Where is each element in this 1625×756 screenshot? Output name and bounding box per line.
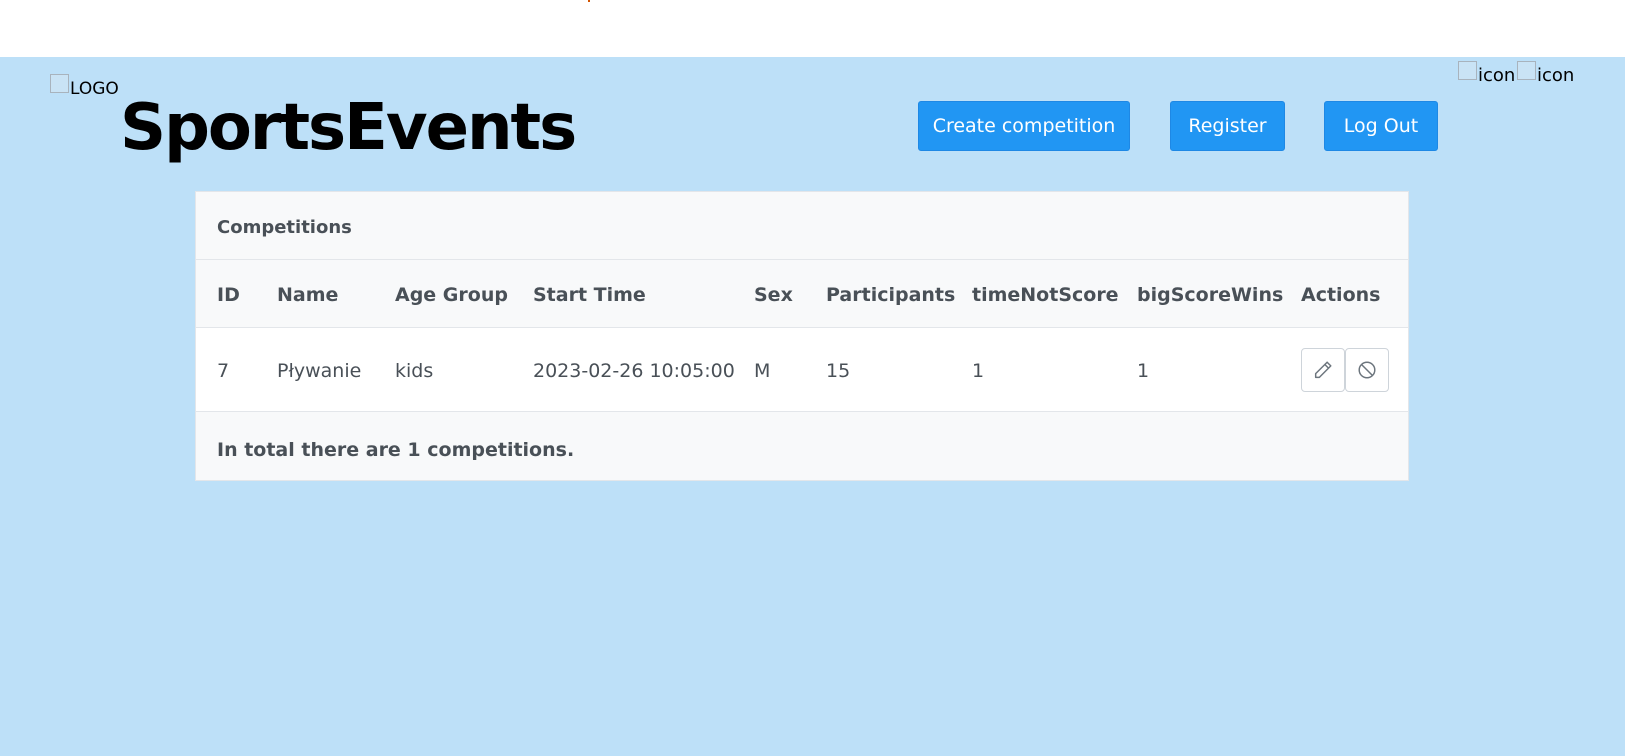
cell-start-time: 2023-02-26 10:05:00 xyxy=(533,360,735,382)
table-row: 7 Pływanie kids 2023-02-26 10:05:00 M 15… xyxy=(196,328,1408,411)
cell-time-not-score: 1 xyxy=(972,360,985,382)
header-icon-alt-1[interactable]: icon xyxy=(1478,65,1515,86)
table-footer-summary: In total there are 1 competitions. xyxy=(217,439,575,461)
cell-participants: 15 xyxy=(826,360,851,382)
column-header-actions: Actions xyxy=(1301,284,1381,306)
disable-button[interactable] xyxy=(1345,348,1389,392)
column-header-age-group: Age Group xyxy=(395,284,508,306)
cell-sex: M xyxy=(754,360,771,382)
column-header-id: ID xyxy=(217,284,240,306)
header-image-icon-2[interactable] xyxy=(1517,61,1536,80)
column-header-time-not-score: timeNotScore xyxy=(972,284,1119,306)
column-header-name: Name xyxy=(277,284,339,306)
column-header-start-time: Start Time xyxy=(533,284,646,306)
cell-id: 7 xyxy=(217,360,230,382)
table-header-row: ID Name Age Group Start Time Sex Partici… xyxy=(196,260,1408,327)
top-strip xyxy=(0,0,1625,57)
logo-image-icon xyxy=(50,74,69,93)
top-dot xyxy=(588,0,590,2)
logout-button[interactable]: Log Out xyxy=(1324,101,1438,151)
header-image-icon-1[interactable] xyxy=(1458,61,1477,80)
divider xyxy=(196,411,1408,412)
cell-big-score-wins: 1 xyxy=(1137,360,1150,382)
logo-alt-text: LOGO xyxy=(70,79,119,99)
header-icon-alt-2[interactable]: icon xyxy=(1537,65,1574,86)
create-competition-button[interactable]: Create competition xyxy=(918,101,1130,151)
competitions-card: Competitions ID Name Age Group Start Tim… xyxy=(195,191,1409,481)
cell-name: Pływanie xyxy=(277,360,362,382)
brand-title: SportsEvents xyxy=(120,91,577,165)
cell-age-group: kids xyxy=(395,360,434,382)
column-header-sex: Sex xyxy=(754,284,793,306)
column-header-big-score-wins: bigScoreWins xyxy=(1137,284,1284,306)
ban-icon xyxy=(1358,361,1376,379)
register-button[interactable]: Register xyxy=(1170,101,1285,151)
pencil-icon xyxy=(1314,361,1332,379)
column-header-participants: Participants xyxy=(826,284,956,306)
card-title: Competitions xyxy=(217,217,352,238)
app-container: LOGO SportsEvents icon icon Create compe… xyxy=(0,57,1625,756)
edit-button[interactable] xyxy=(1301,348,1345,392)
